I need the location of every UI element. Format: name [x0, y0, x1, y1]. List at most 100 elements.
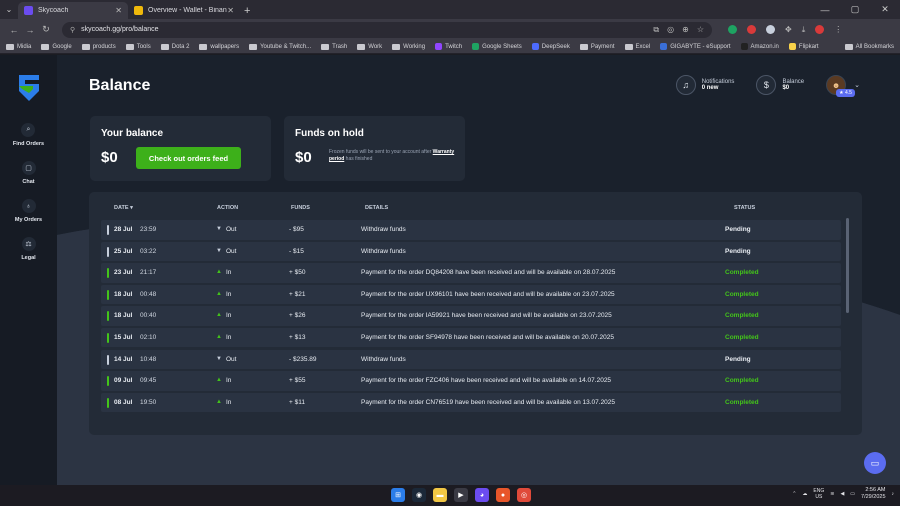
profile-menu[interactable]: ☻ ★ 4.5 ⌄	[826, 75, 860, 97]
table-row[interactable]: ▲ 23 Jul 21:17 In + $50 Payment for the order…	[101, 263, 841, 283]
clock[interactable]: 2:56 AM 7/29/2025	[861, 487, 885, 501]
windows-taskbar: ⊞ ◉ ▬ ▶ ◕ ● ◎ ⌃ ☁ ENG US ≋ ◀ ▭ 2:56 AM 7…	[0, 485, 900, 506]
bookmark-item[interactable]: DeepSeek	[531, 43, 570, 50]
all-bookmarks-button[interactable]: All Bookmarks	[844, 43, 894, 50]
bookmark-item[interactable]: Amazon.in	[740, 43, 779, 50]
row-time: 03:22	[140, 247, 157, 255]
bookmark-item[interactable]: Excel	[624, 43, 650, 50]
row-action: Out	[226, 226, 237, 233]
bookmark-item[interactable]: Trash	[321, 43, 347, 50]
folder-icon	[392, 43, 401, 50]
close-window-icon[interactable]: ✕	[870, 0, 900, 19]
eye-off-icon[interactable]: ◎	[667, 25, 674, 35]
table-row[interactable]: ▼ 25 Jul 03:22 Out - $15 Withdraw funds Pendin…	[101, 241, 841, 262]
row-date: 15 Jul	[114, 333, 133, 341]
url-field[interactable]: ⚲ skycoach.gg/pro/balance ⧉ ◎ ⊕ ☆	[62, 21, 712, 38]
table-row[interactable]: ▲ 18 Jul 00:48 In + $21 Payment for the order…	[101, 284, 841, 305]
sidebar-item-chat[interactable]: ▢ Chat	[21, 161, 36, 185]
wifi-icon[interactable]: ≋	[830, 491, 834, 497]
sidebar-item-find-orders[interactable]: ⌕ Find Orders	[13, 123, 44, 147]
bookmark-item[interactable]: GIGABYTE - eSupport	[660, 43, 731, 50]
balance-button[interactable]: $ Balance $0	[756, 75, 804, 95]
bookmark-item[interactable]: Google Sheets	[472, 43, 522, 50]
steam-icon[interactable]: ◉	[412, 488, 426, 502]
media-player-icon[interactable]: ▶	[454, 488, 468, 502]
balance-value: $0	[782, 85, 790, 91]
status-badge: Pending	[725, 247, 751, 255]
table-row[interactable]: ▲ 15 Jul 02:10 In + $13 Payment for the order…	[101, 327, 841, 348]
windows-start-icon[interactable]: ⊞	[391, 488, 405, 502]
bookmark-item[interactable]: Dota 2	[160, 43, 189, 50]
table-scrollbar[interactable]	[846, 218, 849, 313]
downloads-icon[interactable]: ⤓	[802, 25, 806, 35]
bookmark-item[interactable]: Youtube & Twitch...	[249, 43, 311, 50]
table-row[interactable]: ▲ 18 Jul 00:40 In + $26 Payment for the order…	[101, 306, 841, 326]
tab-binance[interactable]: Overview - Wallet - Binance ✕	[128, 2, 240, 19]
maximize-icon[interactable]: ▢	[840, 0, 870, 19]
row-time: 02:10	[140, 333, 157, 341]
battery-icon[interactable]: ▭	[850, 491, 855, 497]
zoom-icon[interactable]: ⊕	[682, 25, 689, 35]
close-tab-icon[interactable]: ✕	[115, 6, 122, 15]
site-favicon-icon	[740, 43, 748, 50]
notifications-button[interactable]: ♫ Notifications 0 new	[675, 75, 734, 95]
file-explorer-icon[interactable]: ▬	[433, 488, 447, 502]
table-row[interactable]: ▲ 08 Jul 19:50 In + $11 Payment for the order…	[101, 392, 841, 413]
firefox-icon[interactable]: ●	[496, 488, 510, 502]
row-date: 28 Jul	[114, 226, 133, 233]
reload-icon[interactable]: ↻	[38, 24, 54, 35]
row-time: 10:48	[140, 355, 157, 363]
notifications-bell-icon[interactable]: ♪	[892, 491, 895, 497]
table-row[interactable]: ▲ 09 Jul 09:45 In + $55 Payment for the order…	[101, 371, 841, 391]
extensions-puzzle-icon[interactable]: ✥	[785, 25, 792, 34]
bookmark-item[interactable]: wallpapers	[199, 43, 239, 50]
site-info-icon[interactable]: ⚲	[70, 26, 75, 34]
bookmark-label: Tools	[136, 43, 151, 50]
more-menu-icon[interactable]: ⋮	[834, 25, 842, 34]
chrome-icon[interactable]: ◎	[517, 488, 531, 502]
profile-avatar-icon[interactable]	[815, 25, 825, 34]
status-indicator-bar	[107, 332, 109, 343]
bookmark-label: Twitch	[445, 43, 463, 50]
bookmark-item[interactable]: products	[81, 43, 116, 50]
bookmark-item[interactable]: Flipkart	[788, 43, 819, 50]
table-row[interactable]: ▼ 14 Jul 10:48 Out - $235.89 Withdraw funds Pe…	[101, 349, 841, 370]
sidebar-item-my-orders[interactable]: ♁ My Orders	[15, 199, 42, 223]
app-icon[interactable]: ◕	[475, 488, 489, 502]
date-column-header[interactable]: DATE ▾	[114, 205, 133, 211]
forward-icon[interactable]: →	[22, 25, 38, 35]
close-tab-icon[interactable]: ✕	[227, 6, 234, 15]
bookmark-item[interactable]: Working	[392, 43, 425, 50]
tray-chevron-icon[interactable]: ⌃	[792, 491, 796, 497]
extension-icon[interactable]	[747, 25, 756, 34]
orders-feed-button[interactable]: Check out orders feed	[136, 147, 241, 169]
back-icon[interactable]: ←	[6, 25, 22, 35]
status-badge: Completed	[725, 377, 759, 385]
bookmark-item[interactable]: Google	[41, 43, 72, 50]
row-time: 09:45	[140, 377, 157, 385]
tab-search-icon[interactable]: ⌄	[0, 0, 18, 19]
bookmark-item[interactable]: Payment	[579, 43, 615, 50]
language-indicator[interactable]: ENG US	[813, 488, 824, 500]
cast-icon[interactable]: ⧉	[653, 25, 659, 35]
support-chat-button[interactable]: ▭	[864, 452, 886, 474]
folder-icon	[6, 43, 14, 50]
row-funds: + $13	[289, 333, 306, 341]
cloud-icon[interactable]: ☁	[802, 491, 807, 497]
sidebar-item-label: My Orders	[14, 217, 43, 223]
sidebar-item-legal[interactable]: ⚖ Legal	[21, 237, 36, 261]
bookmark-item[interactable]: Work	[357, 43, 382, 50]
volume-icon[interactable]: ◀	[840, 491, 844, 497]
window-controls: — ▢ ✕	[810, 0, 900, 19]
skycoach-logo-icon[interactable]	[17, 73, 41, 103]
table-row[interactable]: ▼ 28 Jul 23:59 Out - $95 Withdraw funds Pendin…	[101, 220, 841, 240]
bookmark-item[interactable]: Twitch	[435, 43, 462, 50]
extension-icon[interactable]	[728, 25, 737, 34]
tab-skycoach[interactable]: Skycoach ✕	[18, 2, 128, 19]
minimize-icon[interactable]: —	[810, 0, 840, 19]
bookmark-item[interactable]: Midia	[6, 43, 31, 50]
extension-icon[interactable]	[766, 25, 775, 34]
bookmark-item[interactable]: Tools	[125, 43, 151, 50]
new-tab-button[interactable]: +	[244, 2, 250, 19]
bookmark-star-icon[interactable]: ☆	[697, 25, 704, 35]
